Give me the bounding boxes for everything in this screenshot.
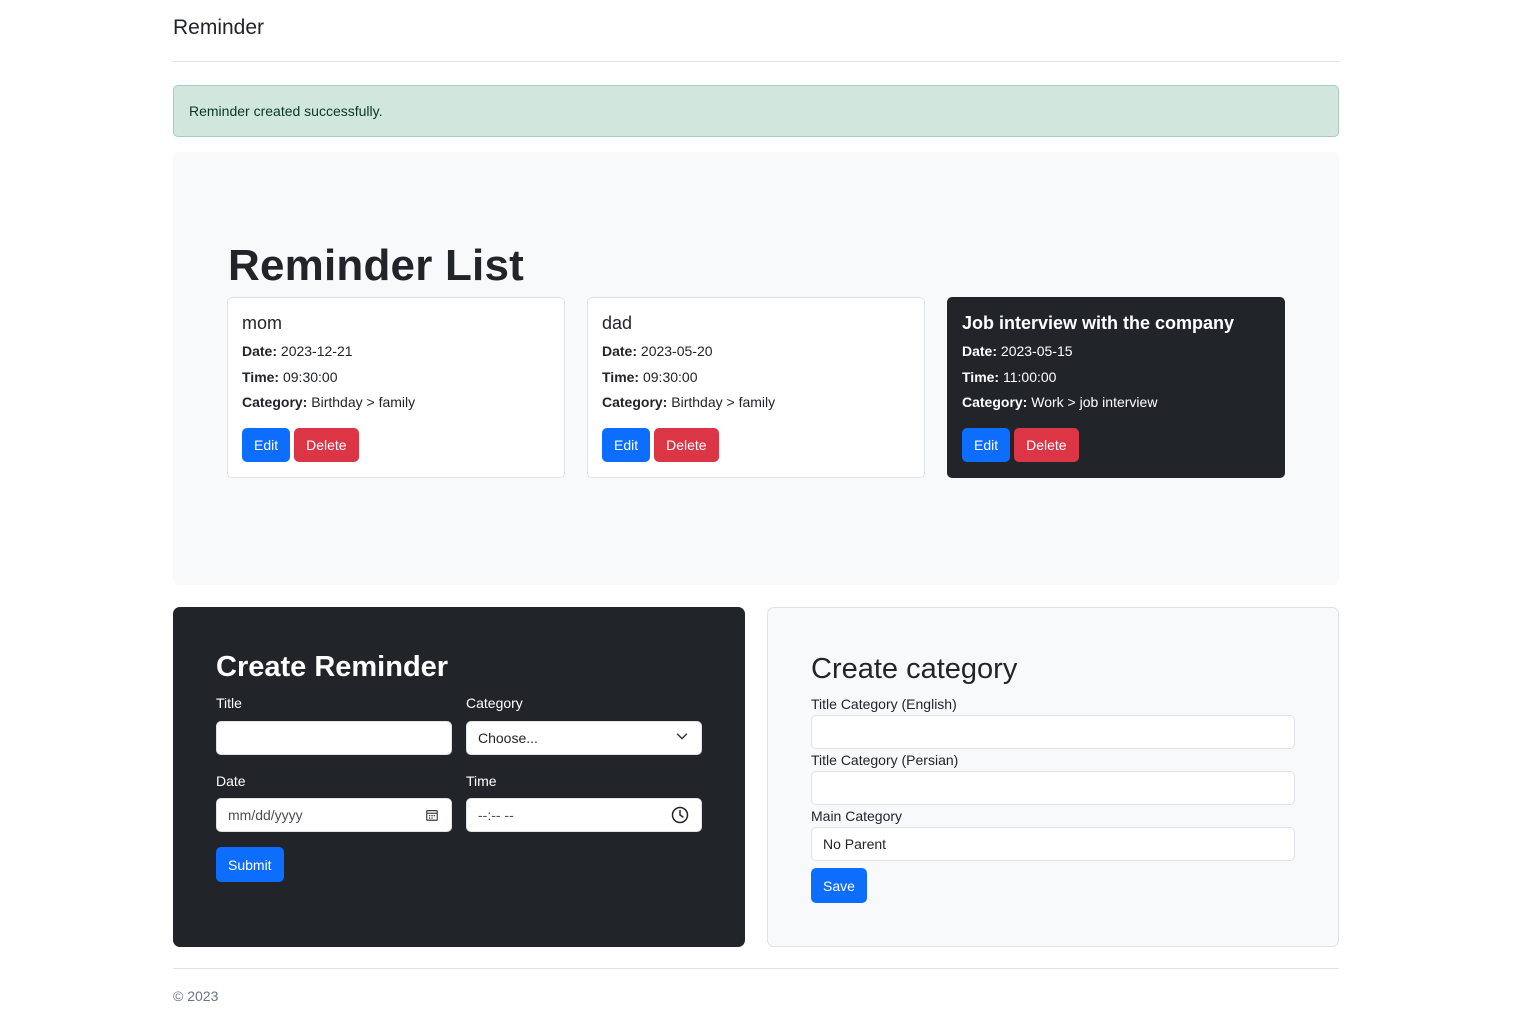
reminder-time: Time: 11:00:00 [962,368,1057,385]
category-label: Category [466,695,523,711]
category-select[interactable]: Choose... [466,721,702,755]
main-category-label: Main Category [811,808,903,824]
edit-button[interactable]: Edit [602,428,651,462]
submit-button[interactable]: Submit [216,847,284,882]
time-input[interactable]: --:-- -- [466,798,702,832]
reminder-card: dad Date: 2023-05-20 Time: 09:30:00 Cate… [587,297,925,478]
delete-button[interactable]: Delete [1014,428,1079,462]
edit-button[interactable]: Edit [242,428,291,462]
create-category-heading: Create category [811,653,1018,685]
delete-button[interactable]: Delete [654,428,719,462]
copyright-text: © 2023 [173,988,219,1004]
category-selected: Choose... [478,730,538,746]
main-category-selected: No Parent [823,836,887,852]
calendar-icon[interactable] [425,808,439,825]
title-persian-input[interactable] [811,771,1295,805]
reminder-date: Date: 2023-12-21 [242,343,353,359]
clock-icon[interactable] [671,806,689,827]
title-input[interactable] [216,721,452,755]
title-persian-label: Title Category (Persian) [811,752,959,768]
date-placeholder: mm/dd/yyyy [228,807,303,823]
reminder-title: mom [242,313,282,333]
footer: © 2023 [173,968,1339,1004]
success-alert: Reminder created successfully. [173,85,1339,137]
reminder-category: Category: Birthday > family [242,394,416,410]
reminder-time: Time: 09:30:00 [242,368,338,385]
page-container: Reminder Reminder created successfully. … [173,0,1339,1004]
reminder-time: Time: 09:30:00 [602,368,698,385]
time-label: Time [466,773,497,789]
create-reminder-heading: Create Reminder [216,651,449,683]
navbar: Reminder [173,0,1339,62]
reminder-title: Job interview with the company [962,313,1235,333]
time-placeholder: --:-- -- [478,807,514,823]
reminder-card: Job interview with the company Date: 202… [947,297,1285,478]
chevron-down-icon [675,729,689,746]
reminder-date: Date: 2023-05-20 [602,343,713,359]
reminder-category: Category: Birthday > family [602,394,776,410]
date-input[interactable]: mm/dd/yyyy [216,798,452,832]
page-title: Reminder List [228,241,524,290]
date-label: Date [216,773,246,789]
save-button[interactable]: Save [811,868,867,903]
reminder-card: mom Date: 2023-12-21 Time: 09:30:00 Cate… [227,297,565,478]
main-category-select[interactable]: No Parent [811,827,1295,861]
title-english-input[interactable] [811,715,1295,749]
brand-link[interactable]: Reminder [173,16,264,40]
reminder-title: dad [602,313,633,333]
reminder-list-section: Reminder List mom Date: 2023-12-21 Time:… [173,152,1339,585]
edit-button[interactable]: Edit [962,428,1011,462]
reminder-date: Date: 2023-05-15 [962,343,1073,359]
create-category-panel: Create category Title Category (English)… [767,607,1339,947]
title-english-label: Title Category (English) [811,696,957,712]
title-label: Title [216,695,242,711]
delete-button[interactable]: Delete [294,428,359,462]
alert-message: Reminder created successfully. [189,103,383,119]
create-reminder-panel: Create Reminder Title Category Choose...… [173,607,745,947]
reminder-category: Category: Work > job interview [962,394,1158,410]
